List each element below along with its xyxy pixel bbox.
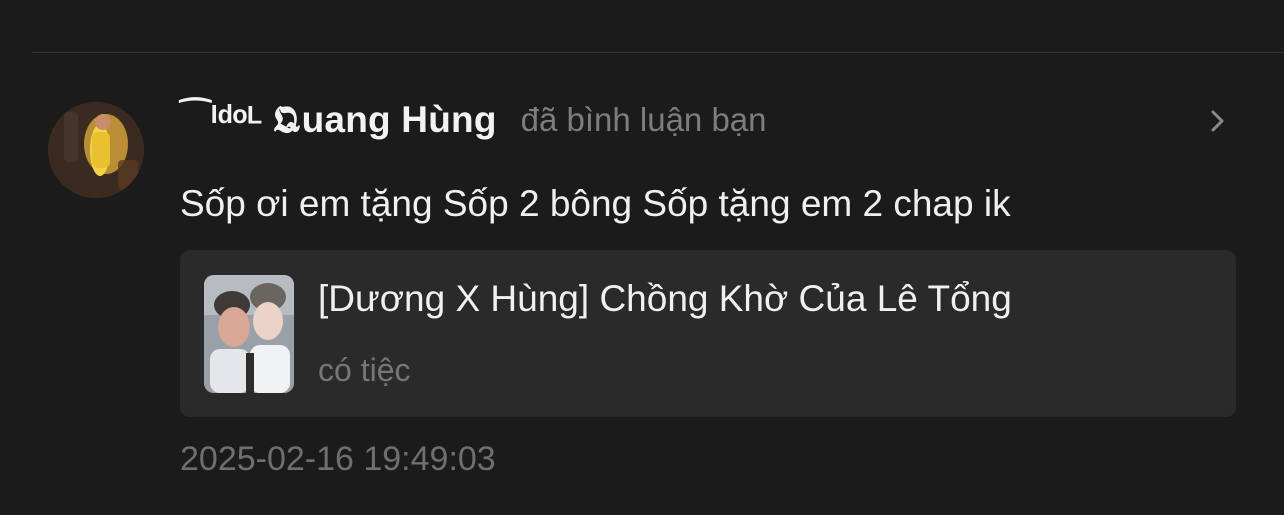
comment-text: Sốp ơi em tặng Sốp 2 bông Sốp tặng em 2 … xyxy=(180,183,1011,224)
timestamp: 2025-02-16 19:49:03 xyxy=(180,440,496,478)
story-subtitle: có tiệc xyxy=(318,352,411,388)
action-text: đã bình luận bạn xyxy=(520,101,767,138)
chevron-right-icon[interactable] xyxy=(1204,104,1234,138)
story-title[interactable]: [Dương X Hùng] Chồng Khờ Của Lê Tổng xyxy=(318,274,1012,324)
username[interactable]: ⁀ᴵᵈᵒᴸ 𝕼uang Hùng xyxy=(180,98,497,142)
story-card[interactable]: [Dương X Hùng] Chồng Khờ Của Lê Tổng có … xyxy=(180,250,1236,417)
notification-header: ⁀ᴵᵈᵒᴸ 𝕼uang Hùng đã bình luận bạn xyxy=(180,92,767,148)
notification-item[interactable]: ⁀ᴵᵈᵒᴸ 𝕼uang Hùng đã bình luận bạn Sốp ơi… xyxy=(0,0,1284,515)
avatar[interactable] xyxy=(48,102,144,198)
divider xyxy=(32,52,1284,53)
story-thumbnail[interactable] xyxy=(204,275,294,393)
